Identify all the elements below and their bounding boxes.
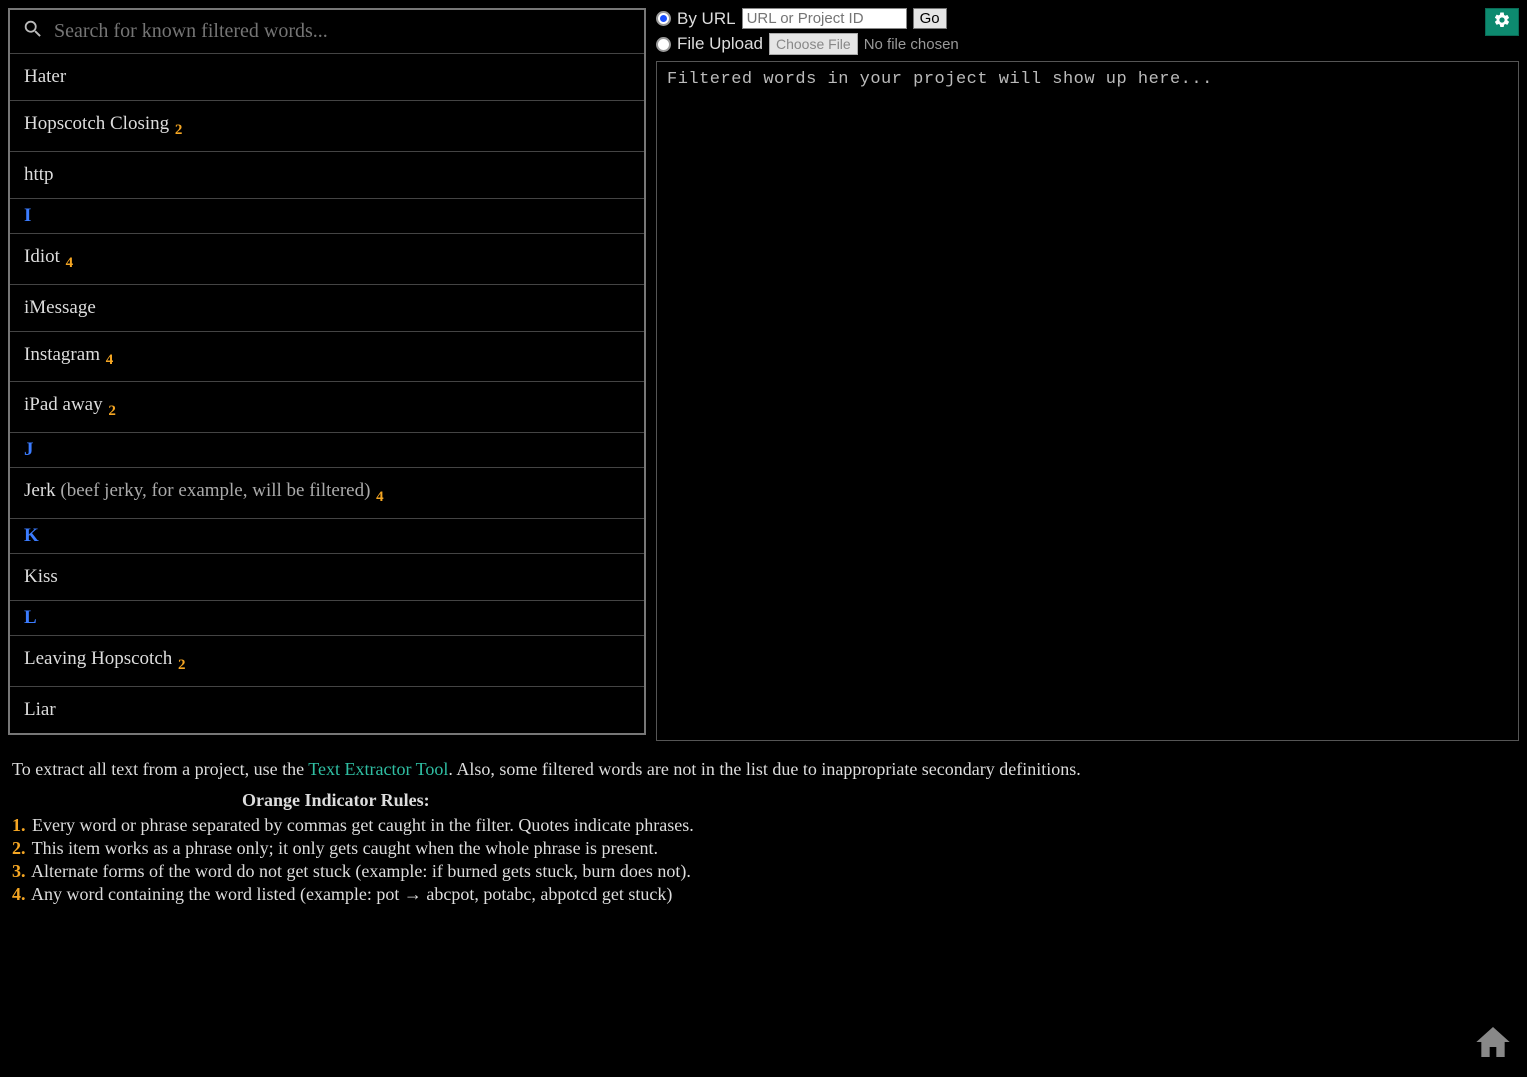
gear-icon: [1493, 11, 1511, 34]
rule-number: 2.: [12, 838, 26, 858]
rule-text: This item works as a phrase only; it onl…: [28, 838, 659, 858]
no-file-chosen-text: No file chosen: [864, 36, 959, 53]
rules-block: Orange Indicator Rules: 1. Every word or…: [12, 790, 1519, 905]
word-row[interactable]: Leaving Hopscotch 2: [10, 635, 644, 686]
word-row[interactable]: Jerk (beef jerky, for example, will be f…: [10, 467, 644, 518]
filtered-words-panel: HaterHopscotch Closing 2httpIIdiot 4iMes…: [8, 8, 646, 735]
word-row[interactable]: Liar: [10, 686, 644, 733]
text-extractor-link[interactable]: Text Extractor Tool: [308, 759, 448, 779]
rule-line: 1. Every word or phrase separated by com…: [12, 815, 1519, 836]
footer-extract-text: To extract all text from a project, use …: [12, 759, 1519, 780]
by-url-line: By URL Go: [656, 8, 959, 29]
search-icon: [22, 18, 44, 45]
word-text: Kiss: [24, 566, 58, 587]
right-panel: By URL Go File Upload Choose File No fil…: [656, 8, 1519, 741]
section-header: J: [10, 432, 644, 467]
word-text: Liar: [24, 699, 56, 720]
word-row[interactable]: iMessage: [10, 284, 644, 331]
word-text: iPad away: [24, 394, 103, 415]
file-upload-line: File Upload Choose File No file chosen: [656, 33, 959, 55]
word-text: Idiot: [24, 246, 60, 267]
controls-row: By URL Go File Upload Choose File No fil…: [656, 8, 1519, 55]
indicator-badge: 4: [62, 255, 73, 271]
indicator-badge: 4: [102, 352, 113, 368]
word-row[interactable]: http: [10, 151, 644, 198]
word-text: Hopscotch Closing: [24, 113, 169, 134]
indicator-badge: 2: [174, 657, 185, 673]
file-upload-label: File Upload: [677, 34, 763, 54]
rule-number: 1.: [12, 815, 26, 835]
rule-line: 3. Alternate forms of the word do not ge…: [12, 861, 1519, 882]
rule-text: Every word or phrase separated by commas…: [28, 815, 694, 835]
search-input[interactable]: [54, 20, 632, 43]
section-header: K: [10, 518, 644, 553]
rule-number: 4.: [12, 884, 26, 904]
word-note: (beef jerky, for example, will be filter…: [56, 480, 371, 501]
file-upload-radio[interactable]: [656, 37, 671, 52]
results-panel: Filtered words in your project will show…: [656, 61, 1519, 741]
go-button[interactable]: Go: [913, 8, 947, 29]
word-text: Jerk: [24, 480, 56, 501]
word-text: Hater: [24, 66, 66, 87]
indicator-badge: 2: [105, 403, 116, 419]
word-list: HaterHopscotch Closing 2httpIIdiot 4iMes…: [10, 54, 644, 733]
word-text: Instagram: [24, 344, 100, 365]
word-row[interactable]: Instagram 4: [10, 331, 644, 382]
search-row: [10, 10, 644, 54]
choose-file-button[interactable]: Choose File: [769, 33, 858, 55]
word-row[interactable]: Hopscotch Closing 2: [10, 100, 644, 151]
rule-line: 4. Any word containing the word listed (…: [12, 884, 1519, 905]
word-row[interactable]: Kiss: [10, 553, 644, 600]
indicator-badge: 2: [171, 122, 182, 138]
footer-pre: To extract all text from a project, use …: [12, 759, 308, 779]
word-row[interactable]: Hater: [10, 54, 644, 100]
by-url-radio[interactable]: [656, 11, 671, 26]
word-text: Leaving Hopscotch: [24, 648, 172, 669]
section-header: L: [10, 600, 644, 635]
rule-line: 2. This item works as a phrase only; it …: [12, 838, 1519, 859]
section-header: I: [10, 198, 644, 233]
footer-post: . Also, some filtered words are not in t…: [448, 759, 1080, 779]
home-button[interactable]: [1473, 1022, 1513, 1067]
word-text: iMessage: [24, 297, 96, 318]
rule-text: Any word containing the word listed (exa…: [28, 884, 673, 904]
word-row[interactable]: iPad away 2: [10, 381, 644, 432]
word-text: http: [24, 164, 54, 185]
settings-button[interactable]: [1485, 8, 1519, 36]
url-input[interactable]: [742, 8, 907, 29]
indicator-badge: 4: [372, 489, 383, 505]
rules-title: Orange Indicator Rules:: [242, 790, 1519, 811]
word-row[interactable]: Idiot 4: [10, 233, 644, 284]
rule-text: Alternate forms of the word do not get s…: [28, 861, 691, 881]
rule-number: 3.: [12, 861, 26, 881]
home-icon: [1473, 1046, 1513, 1066]
by-url-label: By URL: [677, 9, 736, 29]
